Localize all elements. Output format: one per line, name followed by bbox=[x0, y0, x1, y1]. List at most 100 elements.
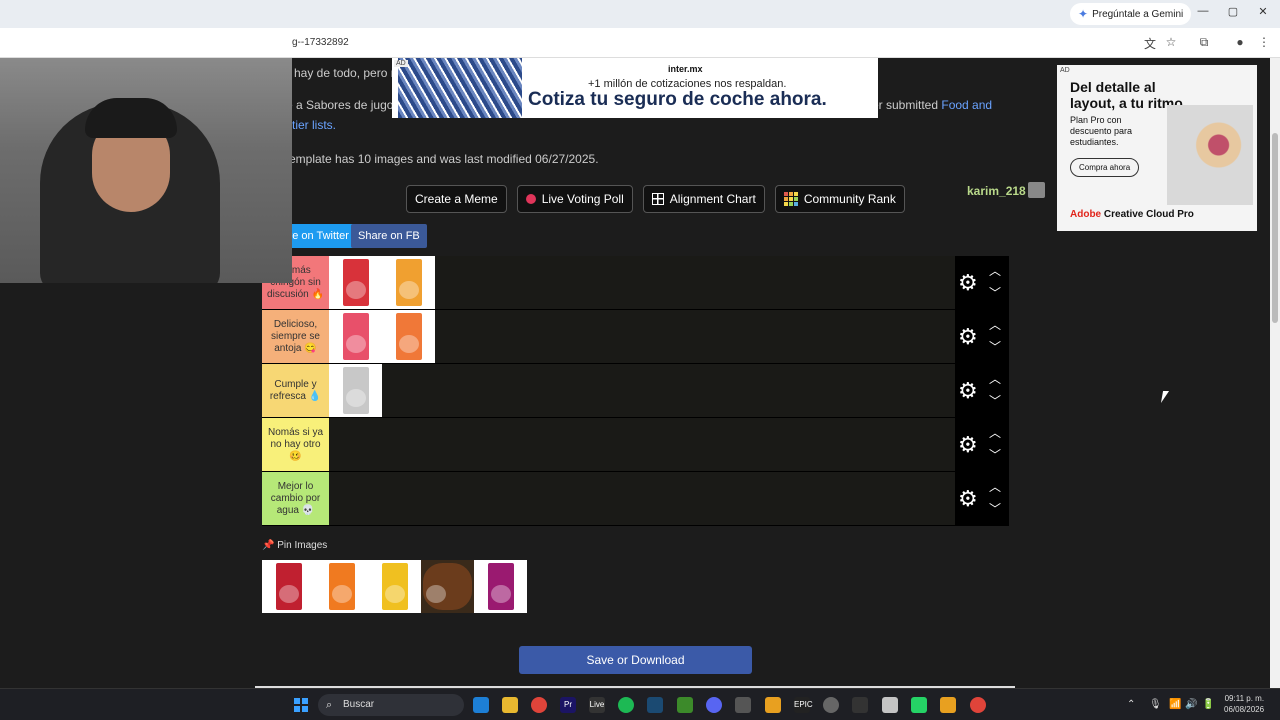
app-icon[interactable] bbox=[765, 697, 781, 713]
juice-item[interactable] bbox=[382, 310, 435, 363]
translate-icon[interactable]: 文 bbox=[1142, 35, 1158, 52]
create-meme-button[interactable]: Create a Meme bbox=[406, 185, 507, 213]
minimize-button[interactable]: — bbox=[1188, 5, 1218, 17]
chevron-down-icon[interactable]: ﹀ bbox=[989, 392, 1001, 409]
discord-icon[interactable] bbox=[706, 697, 722, 713]
tier-lists-link[interactable]: tier lists. bbox=[292, 118, 336, 132]
steam-icon[interactable] bbox=[647, 697, 663, 713]
ad-cta-button[interactable]: Compra ahora bbox=[1070, 158, 1140, 177]
search-icon: ⌕ bbox=[326, 699, 333, 711]
username[interactable]: karim_218 bbox=[967, 184, 1026, 198]
juice-carton-image bbox=[343, 367, 369, 414]
tier-items-dropzone[interactable] bbox=[329, 256, 955, 309]
juice-carton-image bbox=[329, 563, 355, 610]
juice-item[interactable] bbox=[329, 310, 382, 363]
more-menu-icon[interactable]: ⋮ bbox=[1256, 35, 1272, 49]
taskbar-search-label: Buscar bbox=[343, 699, 375, 710]
tier-label[interactable]: Mejor lo cambio por agua 💀 bbox=[262, 472, 329, 525]
close-window-button[interactable]: ✕ bbox=[1248, 5, 1278, 18]
gemini-button[interactable]: ✦ Pregúntale a Gemini bbox=[1070, 3, 1192, 25]
chevron-up-icon[interactable]: ︿ bbox=[989, 370, 1001, 387]
chevron-up-icon[interactable]: ︿ bbox=[989, 316, 1001, 333]
pinned-juice-item[interactable] bbox=[368, 560, 421, 613]
battery-icon[interactable]: 🔋 bbox=[1202, 699, 1214, 710]
epic-games-icon[interactable]: EPIC bbox=[794, 697, 813, 713]
gear-icon[interactable]: ⚙ bbox=[958, 324, 978, 350]
chevron-down-icon[interactable]: ﹀ bbox=[989, 446, 1001, 463]
tier-controls: ⚙ ︿ ﹀ bbox=[955, 256, 1009, 309]
app2-icon[interactable] bbox=[940, 697, 956, 713]
live-app-icon[interactable]: Live bbox=[589, 697, 605, 713]
capcut-icon[interactable] bbox=[852, 697, 868, 713]
gear-icon[interactable]: ⚙ bbox=[958, 270, 978, 296]
tier-label[interactable]: Cumple y refresca 💧 bbox=[262, 364, 329, 417]
wifi-icon[interactable]: 📶 bbox=[1169, 699, 1181, 710]
bookmark-star-icon[interactable]: ☆ bbox=[1163, 35, 1179, 49]
taskbar-search[interactable]: ⌕ Buscar bbox=[318, 694, 464, 716]
scrollbar-thumb[interactable] bbox=[1272, 133, 1278, 323]
tray-chevron-icon[interactable]: ⌃ bbox=[1127, 699, 1135, 710]
pinned-juice-item[interactable] bbox=[474, 560, 527, 613]
chevron-down-icon[interactable]: ﹀ bbox=[989, 338, 1001, 355]
unity-icon[interactable] bbox=[735, 697, 751, 713]
url-text[interactable]: g--17332892 bbox=[292, 37, 349, 48]
address-bar: g--17332892 文 ☆ ⧉ ● ⋮ bbox=[0, 28, 1280, 58]
ad-brand-suffix: Creative Cloud Pro bbox=[1101, 209, 1194, 220]
pinned-juice-item[interactable] bbox=[421, 560, 474, 613]
minecraft-icon[interactable] bbox=[677, 697, 693, 713]
chevron-down-icon[interactable]: ﹀ bbox=[989, 284, 1001, 301]
gear-icon[interactable]: ⚙ bbox=[958, 378, 978, 404]
tier-label[interactable]: Delicioso, siempre se antoja 😋 bbox=[262, 310, 329, 363]
gemini-label: Pregúntale a Gemini bbox=[1092, 8, 1184, 20]
pin-images-label[interactable]: 📌 Pin Images bbox=[262, 540, 327, 551]
tier-items-dropzone[interactable] bbox=[329, 364, 955, 417]
tier-row: Nomás si ya no hay otro 🥴 ⚙ ︿ ﹀ bbox=[262, 418, 1009, 472]
chevron-down-icon[interactable]: ﹀ bbox=[989, 500, 1001, 517]
tier-items-dropzone[interactable] bbox=[329, 472, 955, 525]
chrome-icon[interactable] bbox=[531, 697, 547, 713]
maximize-button[interactable]: ▢ bbox=[1218, 5, 1248, 18]
tier-row: Cumple y refresca 💧 ⚙ ︿ ﹀ bbox=[262, 364, 1009, 418]
clock[interactable]: 09:11 p. m. 06/08/2026 bbox=[1224, 693, 1264, 715]
clock-date: 06/08/2026 bbox=[1224, 705, 1265, 714]
whatsapp-icon[interactable] bbox=[911, 697, 927, 713]
tier-items-dropzone[interactable] bbox=[329, 418, 955, 471]
extensions-icon[interactable]: ⧉ bbox=[1196, 35, 1212, 50]
top-banner-ad[interactable]: AD inter.mx +1 millón de cotizaciones no… bbox=[392, 58, 878, 118]
volume-icon[interactable]: 🔊 bbox=[1185, 699, 1197, 710]
spotify-icon[interactable] bbox=[618, 697, 634, 713]
community-rank-button[interactable]: Community Rank bbox=[774, 185, 905, 213]
alignment-chart-label: Alignment Chart bbox=[669, 192, 756, 206]
gear-icon[interactable]: ⚙ bbox=[958, 486, 978, 512]
profile-icon[interactable]: ● bbox=[1232, 35, 1248, 49]
live-voting-button[interactable]: Live Voting Poll bbox=[516, 185, 633, 213]
edge-icon[interactable] bbox=[473, 697, 489, 713]
chevron-up-icon[interactable]: ︿ bbox=[989, 478, 1001, 495]
tier-items-dropzone[interactable] bbox=[329, 310, 955, 363]
juice-item[interactable] bbox=[329, 364, 382, 417]
start-icon[interactable] bbox=[294, 698, 308, 712]
juice-item[interactable] bbox=[329, 256, 382, 309]
share-facebook-button[interactable]: Share on FB bbox=[351, 224, 427, 248]
chevron-up-icon[interactable]: ︿ bbox=[989, 424, 1001, 441]
tier-controls: ⚙ ︿ ﹀ bbox=[955, 472, 1009, 525]
save-download-button[interactable]: Save or Download bbox=[519, 646, 752, 674]
premiere-icon[interactable]: Pr bbox=[560, 697, 576, 713]
gear-icon[interactable]: ⚙ bbox=[958, 432, 978, 458]
food-link[interactable]: Food and bbox=[941, 98, 992, 112]
side-ad[interactable]: AD Del detalle al layout, a tu ritmo. Pl… bbox=[1057, 65, 1257, 231]
pinned-juice-item[interactable] bbox=[262, 560, 315, 613]
page-scrollbar[interactable] bbox=[1270, 58, 1280, 688]
obs-icon[interactable] bbox=[823, 697, 839, 713]
tier-label[interactable]: Nomás si ya no hay otro 🥴 bbox=[262, 418, 329, 471]
user-avatar[interactable] bbox=[1028, 182, 1045, 198]
pinned-juice-item[interactable] bbox=[315, 560, 368, 613]
alignment-chart-button[interactable]: Alignment Chart bbox=[642, 185, 765, 213]
tier-lists-link-text[interactable]: tier lists bbox=[292, 118, 333, 132]
chevron-up-icon[interactable]: ︿ bbox=[989, 262, 1001, 279]
snipping-tool-icon[interactable] bbox=[882, 697, 898, 713]
microphone-icon[interactable]: 🎙 bbox=[1149, 699, 1162, 710]
file-explorer-icon[interactable] bbox=[502, 697, 518, 713]
juice-item[interactable] bbox=[382, 256, 435, 309]
chrome-active-icon[interactable] bbox=[970, 697, 986, 713]
